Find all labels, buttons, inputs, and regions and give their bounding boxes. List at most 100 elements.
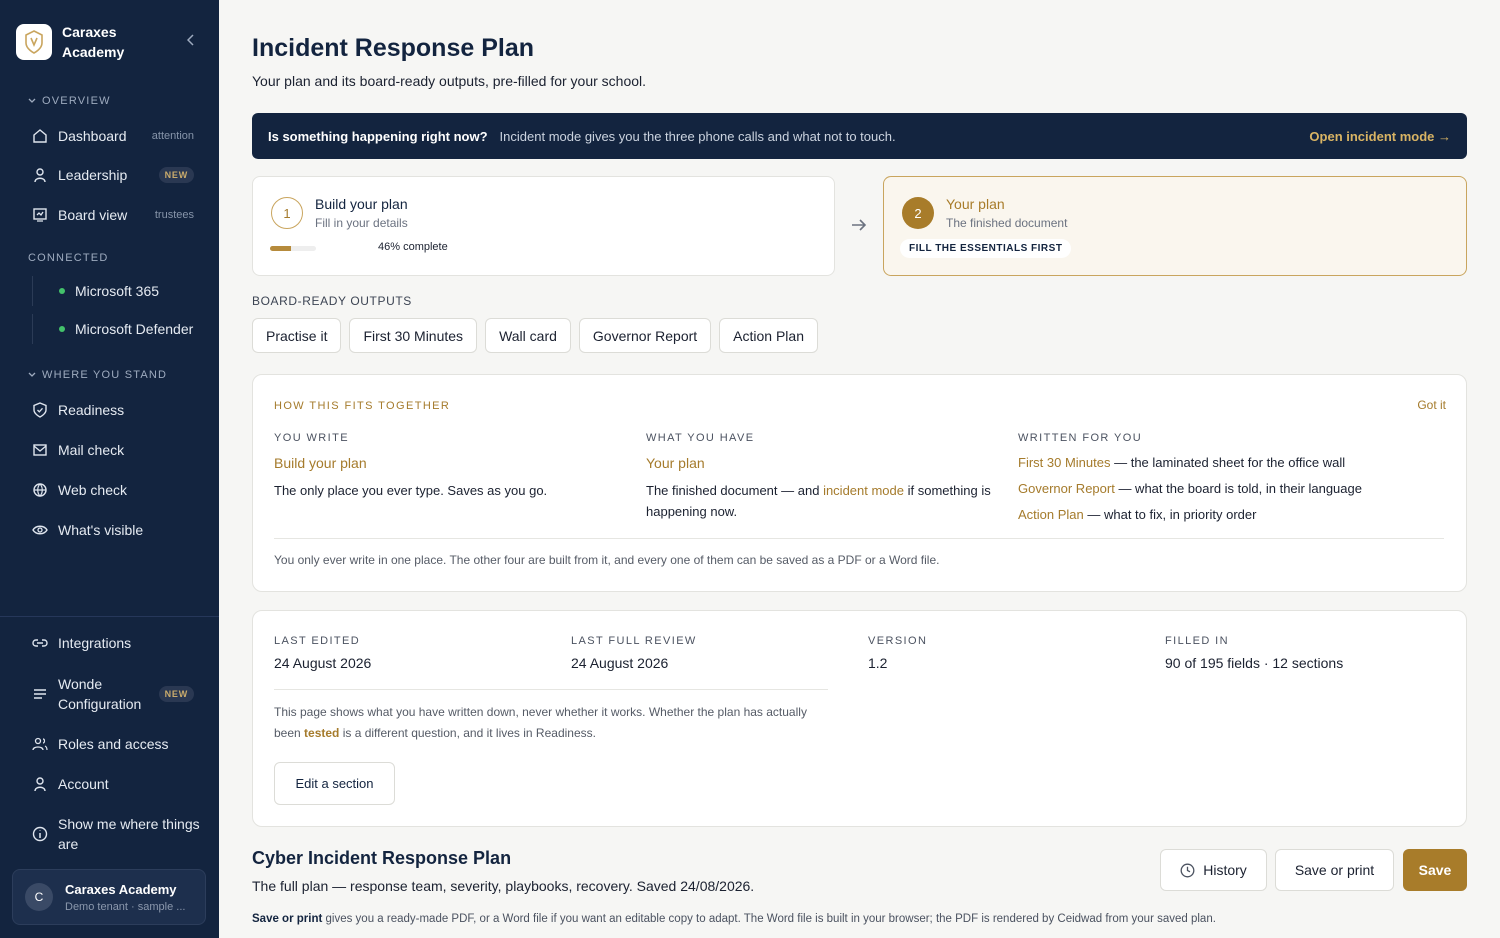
sidebar-item-dashboard[interactable]: Dashboard attention [22,120,206,152]
step-subtitle: Fill in your details [315,216,408,230]
sidebar-item-account[interactable]: Account [22,768,206,800]
step-your-plan-card[interactable]: 2 Your plan The finished document FILL T… [883,176,1467,276]
sidebar-item-web-check[interactable]: Web check [22,474,206,506]
collapse-sidebar-icon[interactable] [184,32,198,48]
save-or-print-button[interactable]: Save or print [1275,849,1394,891]
column-heading: WHAT YOU HAVE [646,432,755,444]
step-title: Your plan [946,196,1005,212]
got-it-button[interactable]: Got it [1417,398,1446,412]
step-subtitle: The finished document [946,216,1068,230]
connected-status-dot [59,326,65,332]
page-title: Incident Response Plan [252,34,535,62]
sidebar: Caraxes Academy OVERVIEW Dashboard atten… [0,0,219,938]
incident-mode-link[interactable]: incident mode [823,483,904,498]
tab-wall-card[interactable]: Wall card [485,318,571,353]
meta-value: 1.2 [868,655,888,671]
home-icon [31,127,49,145]
tab-action-plan[interactable]: Action Plan [719,318,818,353]
meta-value: 24 August 2026 [571,655,669,671]
sidebar-item-microsoft-defender[interactable]: Microsoft Defender [32,314,202,344]
step-title: Build your plan [315,196,408,212]
sidebar-item-show-me-where[interactable]: Show me where things are [22,812,206,856]
sidebar-item-microsoft-365[interactable]: Microsoft 365 [32,276,202,306]
new-badge: NEW [158,686,194,702]
brand[interactable]: Caraxes Academy [16,22,142,62]
board-icon [31,206,49,224]
your-plan-link[interactable]: Your plan [646,455,705,471]
sidebar-item-integrations[interactable]: Integrations [22,627,206,659]
sidebar-divider [0,616,219,617]
section-title: Cyber Incident Response Plan [252,848,512,868]
avatar: C [25,883,53,911]
footer-note: Save or print gives you a ready-made PDF… [252,913,1216,925]
tenant-name: Caraxes Academy [65,881,177,897]
sidebar-item-whats-visible[interactable]: What's visible [22,514,206,546]
clock-icon [1180,863,1195,877]
mail-icon [31,441,49,459]
first-30-minutes-link[interactable]: First 30 Minutes [1018,455,1110,470]
sidebar-item-mail-check[interactable]: Mail check [22,434,206,466]
tab-governor-report[interactable]: Governor Report [578,318,712,353]
globe-icon [31,481,49,499]
open-incident-mode-link[interactable]: Open incident mode → [1309,129,1451,144]
save-button[interactable]: Save [1403,849,1467,891]
link-icon [31,634,49,652]
action-plan-link[interactable]: Action Plan [1018,507,1084,522]
alert-description: Incident mode gives you the three phone … [499,128,896,144]
sidebar-item-roles-and-access[interactable]: Roles and access [22,728,206,760]
outputs-label: BOARD-READY OUTPUTS [252,294,412,308]
arrow-right-icon [852,219,867,231]
tenant-sub: Demo tenant · sample ... [65,900,186,913]
section-where-you-stand[interactable]: WHERE YOU STAND [28,369,167,381]
sidebar-item-wonde-configuration[interactable]: Wonde Configuration NEW [22,672,206,716]
how-it-fits-card: HOW THIS FITS TOGETHER Got it YOU WRITE … [252,374,1467,592]
chevron-down-icon [28,98,36,103]
connected-status-dot [59,288,65,294]
tab-first-30-minutes[interactable]: First 30 Minutes [349,318,478,353]
sidebar-item-readiness[interactable]: Readiness [22,394,206,426]
column-heading: WRITTEN FOR YOU [1018,432,1143,444]
menu-lines-icon [31,685,49,703]
plan-meta-card: LAST EDITED 24 August 2026 LAST FULL REV… [252,610,1467,827]
person-icon [31,166,49,184]
sidebar-item-board-view[interactable]: Board view trustees [22,199,206,231]
progress-label: 46% complete [378,241,448,253]
people-icon [31,735,49,753]
card-eyebrow: HOW THIS FITS TOGETHER [274,400,451,412]
column-heading: YOU WRITE [274,432,349,444]
school-logo [16,24,52,60]
main-content: Incident Response Plan Your plan and its… [219,0,1500,938]
page-subtitle: Your plan and its board-ready outputs, p… [252,73,647,89]
progress-bar [270,246,316,251]
step-build-plan-card[interactable]: 1 Build your plan Fill in your details 4… [252,176,835,276]
school-name: Caraxes Academy [62,24,125,60]
info-icon [31,825,49,843]
step-number: 2 [902,197,934,229]
written-list-item: First 30 Minutes — the laminated sheet f… [1018,455,1346,470]
incident-alert-banner: Is something happening right now? Incide… [252,113,1467,159]
new-badge: NEW [158,167,194,183]
person-icon [31,775,49,793]
sidebar-item-leadership[interactable]: Leadership NEW [22,159,206,191]
meta-label: LAST EDITED [274,635,361,647]
tenant-switcher[interactable]: C Caraxes Academy Demo tenant · sample .… [12,869,206,925]
card-note: You only ever write in one place. The ot… [274,553,940,567]
tested-link[interactable]: tested [304,726,339,740]
divider [274,689,828,690]
column-body: The only place you ever type. Saves as y… [274,483,548,498]
divider [274,538,1444,539]
alert-question: Is something happening right now? [268,128,488,144]
section-overview[interactable]: OVERVIEW [28,95,111,107]
meta-label: LAST FULL REVIEW [571,635,697,647]
meta-note: This page shows what you have written do… [274,705,807,740]
governor-report-link[interactable]: Governor Report [1018,481,1115,496]
history-button[interactable]: History [1160,849,1267,891]
written-list-item: Governor Report — what the board is told… [1018,481,1362,496]
step-number: 1 [271,197,303,229]
build-plan-link[interactable]: Build your plan [274,455,367,471]
outputs-tabs: Practise it First 30 Minutes Wall card G… [252,318,818,353]
meta-value: 24 August 2026 [274,655,372,671]
meta-value: 90 of 195 fields · 12 sections [1165,655,1344,671]
tab-practise-it[interactable]: Practise it [252,318,342,353]
edit-section-button[interactable]: Edit a section [274,762,395,805]
